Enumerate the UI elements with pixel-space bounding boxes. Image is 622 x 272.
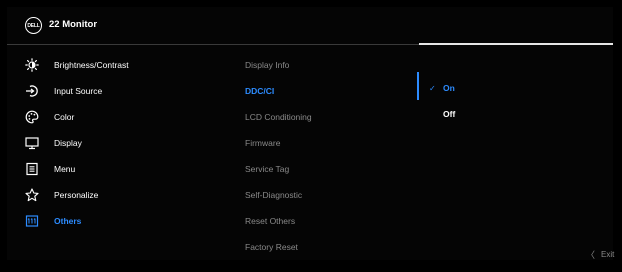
menu-item-label: Display — [54, 138, 82, 148]
header-highlight-line — [419, 43, 613, 45]
others-icon — [25, 214, 39, 228]
menu-item-color[interactable]: Color — [25, 107, 225, 127]
menu-item-brightness-contrast[interactable]: Brightness/Contrast — [25, 55, 225, 75]
display-icon — [25, 136, 39, 150]
exit-label: Exit — [601, 250, 615, 259]
brightness-icon — [25, 58, 39, 72]
submenu-item-display-info[interactable]: Display Info — [245, 55, 289, 75]
star-icon — [25, 188, 39, 202]
menu-item-label: Personalize — [54, 190, 99, 200]
color-palette-icon — [25, 110, 39, 124]
option-on[interactable]: ✓ On — [429, 78, 455, 98]
option-label: On — [443, 83, 455, 93]
menu-item-label: Menu — [54, 164, 76, 174]
menu-item-display[interactable]: Display — [25, 133, 225, 153]
dell-logo: DELL — [25, 17, 42, 34]
submenu-item-ddc-ci[interactable]: DDC/CI — [245, 81, 274, 101]
menu-item-label: Others — [54, 216, 82, 226]
menu-icon — [25, 162, 39, 176]
option-label: Off — [443, 109, 456, 119]
dell-logo-text: DELL — [27, 22, 40, 29]
submenu-item-lcd-conditioning[interactable]: LCD Conditioning — [245, 107, 312, 127]
input-source-icon — [25, 84, 39, 98]
submenu-item-service-tag[interactable]: Service Tag — [245, 159, 289, 179]
submenu-item-self-diagnostic[interactable]: Self-Diagnostic — [245, 185, 302, 205]
option-selector-bar — [417, 72, 419, 100]
menu-item-others[interactable]: Others — [25, 211, 225, 231]
submenu-item-factory-reset[interactable]: Factory Reset — [245, 237, 298, 257]
exit-button[interactable]: 〈 Exit — [586, 248, 614, 261]
menu-item-menu[interactable]: Menu — [25, 159, 225, 179]
chevron-left-icon: 〈 — [586, 250, 596, 260]
menu-item-label: Input Source — [54, 86, 103, 96]
osd-header: DELL 22 Monitor — [7, 7, 613, 44]
monitor-title: 22 Monitor — [49, 19, 98, 30]
submenu-item-reset-others[interactable]: Reset Others — [245, 211, 295, 231]
menu-item-personalize[interactable]: Personalize — [25, 185, 225, 205]
checkmark-icon: ✓ — [429, 83, 436, 93]
submenu-item-firmware[interactable]: Firmware — [245, 133, 280, 153]
menu-item-label: Brightness/Contrast — [54, 60, 129, 70]
menu-item-label: Color — [54, 112, 75, 122]
option-off[interactable]: Off — [429, 104, 455, 124]
menu-item-input-source[interactable]: Input Source — [25, 81, 225, 101]
osd-panel: DELL 22 Monitor Brightness/Contrast Inpu… — [7, 7, 613, 260]
